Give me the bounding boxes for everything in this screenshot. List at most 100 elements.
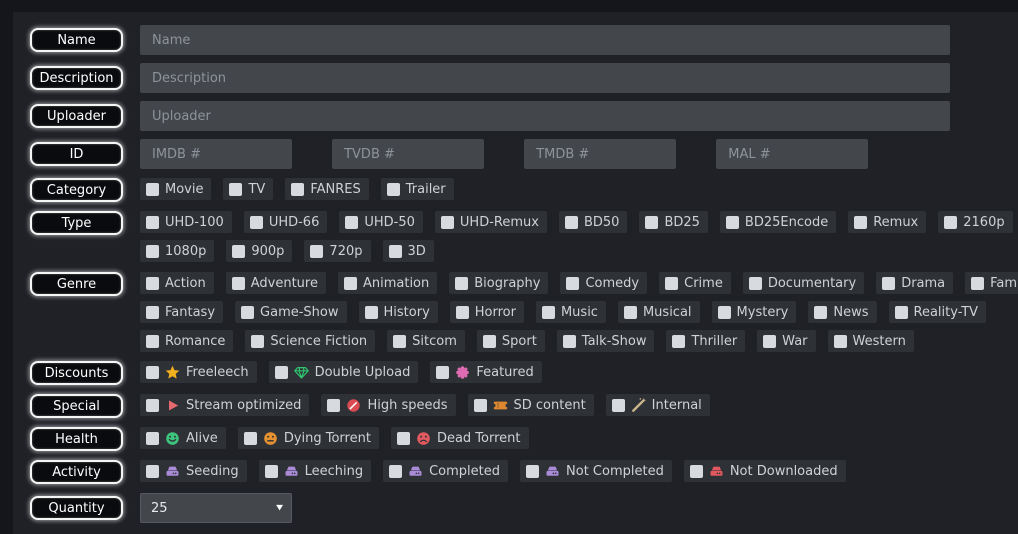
chip-not-completed[interactable]: Not Completed — [520, 460, 672, 482]
checkbox[interactable] — [441, 216, 454, 229]
checkbox[interactable] — [690, 465, 703, 478]
checkbox[interactable] — [483, 335, 496, 348]
checkbox[interactable] — [146, 465, 159, 478]
chip-dying-torrent[interactable]: Dying Torrent — [238, 427, 379, 449]
checkbox[interactable] — [146, 432, 159, 445]
chip-documentary[interactable]: Documentary — [743, 272, 864, 294]
quantity-button[interactable]: Quantity — [30, 496, 123, 520]
chip-double-upload[interactable]: Double Upload — [269, 361, 419, 383]
checkbox[interactable] — [310, 245, 323, 258]
checkbox[interactable] — [882, 277, 895, 290]
checkbox[interactable] — [834, 335, 847, 348]
checkbox[interactable] — [389, 465, 402, 478]
checkbox[interactable] — [146, 366, 159, 379]
chip-western[interactable]: Western — [828, 330, 914, 352]
chip-high-speeds[interactable]: High speeds — [321, 394, 455, 416]
checkbox[interactable] — [566, 277, 579, 290]
chip-adventure[interactable]: Adventure — [226, 272, 326, 294]
checkbox[interactable] — [275, 366, 288, 379]
quantity-select[interactable]: 25 — [140, 493, 292, 523]
checkbox[interactable] — [146, 216, 159, 229]
chip-talk-show[interactable]: Talk-Show — [557, 330, 655, 352]
tmdb-input[interactable] — [524, 139, 676, 169]
chip-music[interactable]: Music — [536, 301, 606, 323]
chip-bd50[interactable]: BD50 — [559, 211, 627, 233]
checkbox[interactable] — [146, 245, 159, 258]
chip-720p[interactable]: 720p — [304, 240, 370, 262]
chip-seeding[interactable]: Seeding — [140, 460, 247, 482]
checkbox[interactable] — [763, 335, 776, 348]
uploader-button[interactable]: Uploader — [30, 104, 123, 128]
checkbox[interactable] — [232, 245, 245, 258]
checkbox[interactable] — [232, 277, 245, 290]
checkbox[interactable] — [665, 277, 678, 290]
checkbox[interactable] — [814, 306, 827, 319]
chip-stream-optimized[interactable]: Stream optimized — [140, 394, 309, 416]
special-button[interactable]: Special — [30, 394, 123, 418]
checkbox[interactable] — [229, 183, 242, 196]
chip-family[interactable]: Family — [965, 272, 1018, 294]
checkbox[interactable] — [895, 306, 908, 319]
checkbox[interactable] — [971, 277, 984, 290]
checkbox[interactable] — [672, 335, 685, 348]
chip-movie[interactable]: Movie — [140, 178, 211, 200]
checkbox[interactable] — [393, 335, 406, 348]
chip-uhd-50[interactable]: UHD-50 — [339, 211, 423, 233]
checkbox[interactable] — [345, 216, 358, 229]
chip-bd25[interactable]: BD25 — [639, 211, 707, 233]
discounts-button[interactable]: Discounts — [30, 361, 123, 385]
checkbox[interactable] — [474, 399, 487, 412]
chip-reality-tv[interactable]: Reality-TV — [889, 301, 987, 323]
checkbox[interactable] — [645, 216, 658, 229]
checkbox[interactable] — [146, 277, 159, 290]
checkbox[interactable] — [387, 183, 400, 196]
checkbox[interactable] — [397, 432, 410, 445]
checkbox[interactable] — [526, 465, 539, 478]
chip-animation[interactable]: Animation — [338, 272, 437, 294]
checkbox[interactable] — [327, 399, 340, 412]
chip-romance[interactable]: Romance — [140, 330, 233, 352]
chip-bd25encode[interactable]: BD25Encode — [720, 211, 836, 233]
chip-trailer[interactable]: Trailer — [381, 178, 454, 200]
type-button[interactable]: Type — [30, 211, 123, 235]
chip-comedy[interactable]: Comedy — [560, 272, 647, 294]
chip-musical[interactable]: Musical — [618, 301, 700, 323]
chip-science-fiction[interactable]: Science Fiction — [245, 330, 375, 352]
chip-featured[interactable]: Featured — [430, 361, 541, 383]
checkbox[interactable] — [251, 335, 264, 348]
chip-uhd-100[interactable]: UHD-100 — [140, 211, 232, 233]
chip-history[interactable]: History — [359, 301, 438, 323]
category-button[interactable]: Category — [30, 178, 123, 202]
id-button[interactable]: ID — [30, 142, 123, 166]
chip-dead-torrent[interactable]: Dead Torrent — [391, 427, 529, 449]
chip-900p[interactable]: 900p — [226, 240, 292, 262]
name-button[interactable]: Name — [30, 28, 123, 52]
description-input[interactable] — [140, 63, 950, 93]
checkbox[interactable] — [455, 277, 468, 290]
checkbox[interactable] — [436, 366, 449, 379]
genre-button[interactable]: Genre — [30, 272, 123, 296]
chip-war[interactable]: War — [757, 330, 815, 352]
chip-1080p[interactable]: 1080p — [140, 240, 214, 262]
chip-fanres[interactable]: FANRES — [285, 178, 368, 200]
checkbox[interactable] — [344, 277, 357, 290]
checkbox[interactable] — [854, 216, 867, 229]
activity-button[interactable]: Activity — [30, 460, 123, 484]
checkbox[interactable] — [250, 216, 263, 229]
checkbox[interactable] — [718, 306, 731, 319]
chip-action[interactable]: Action — [140, 272, 214, 294]
chip-uhd-66[interactable]: UHD-66 — [244, 211, 328, 233]
checkbox[interactable] — [749, 277, 762, 290]
chip-3d[interactable]: 3D — [383, 240, 434, 262]
checkbox[interactable] — [726, 216, 739, 229]
chip-sitcom[interactable]: Sitcom — [387, 330, 465, 352]
chip-crime[interactable]: Crime — [659, 272, 731, 294]
checkbox[interactable] — [389, 245, 402, 258]
uploader-input[interactable] — [140, 101, 950, 131]
chip-freeleech[interactable]: Freeleech — [140, 361, 257, 383]
chip-game-show[interactable]: Game-Show — [235, 301, 346, 323]
checkbox[interactable] — [244, 432, 257, 445]
chip-alive[interactable]: Alive — [140, 427, 226, 449]
checkbox[interactable] — [146, 335, 159, 348]
checkbox[interactable] — [624, 306, 637, 319]
